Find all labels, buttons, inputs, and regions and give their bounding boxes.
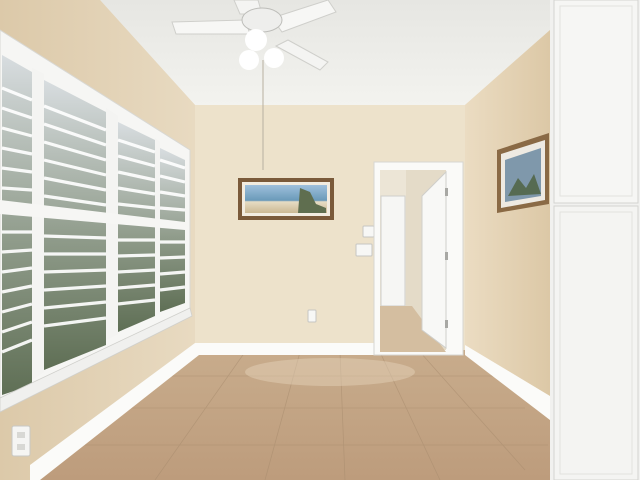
fan-light-3 [239,50,259,70]
fan-blade-left [171,19,251,35]
cabinet-upper-door [553,0,639,204]
fan-light-2 [264,48,284,68]
open-doorway [373,161,464,356]
shutter-panel-2 [44,80,106,370]
floor-reflection [245,358,415,386]
white-cabinet [550,0,640,480]
fan-light-1 [245,29,267,51]
cabinet-lower-door [553,205,639,480]
door-hinge [445,188,448,196]
door-hinge [445,252,448,260]
door-hinge [445,320,448,328]
wall-outlet-back [307,309,317,323]
light-switch [355,243,373,257]
open-door [421,170,447,349]
fan-motor [241,7,283,33]
back-baseboard [199,343,376,355]
wall-outlet-left [11,425,31,457]
thermostat [362,225,375,238]
shutter-panel-left [2,55,32,395]
room-scene [0,0,640,480]
framed-beach-picture [238,178,334,220]
hallway-door [380,195,406,307]
room-photo [0,0,640,480]
